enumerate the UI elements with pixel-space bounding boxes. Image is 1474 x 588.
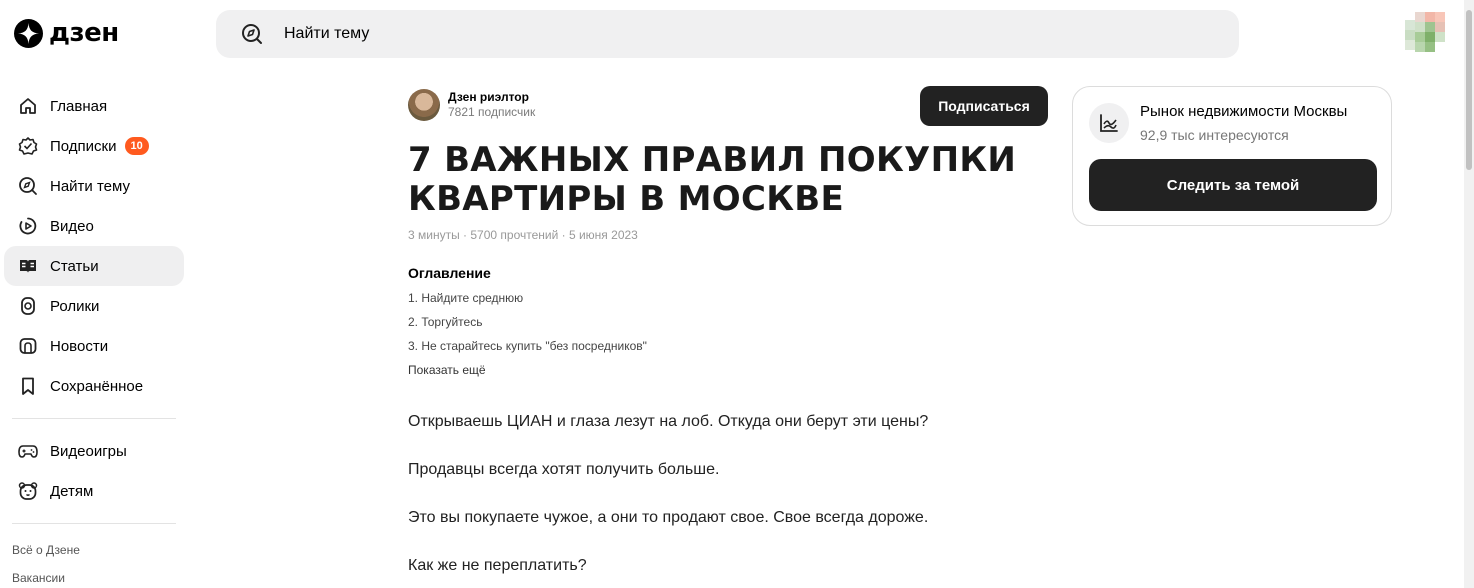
sidebar-item-kids[interactable]: Детям: [4, 471, 184, 511]
footer-link-vacancies[interactable]: Вакансии: [4, 564, 184, 588]
sidebar-item-home[interactable]: Главная: [4, 86, 184, 126]
sidebar-item-saved[interactable]: Сохранённое: [4, 366, 184, 406]
sidebar-item-video[interactable]: Видео: [4, 206, 184, 246]
dzen-star-icon: [14, 19, 43, 48]
sidebar-divider: [12, 418, 176, 419]
toc-heading: Оглавление: [408, 265, 491, 281]
topic-followers-count: 92,9 тыс интересуются: [1140, 127, 1289, 143]
sidebar-item-label: Подписки: [50, 137, 117, 155]
article-paragraph: Это вы покупаете чужое, а они то продают…: [408, 509, 929, 526]
scrollbar-thumb[interactable]: [1466, 10, 1472, 170]
compass-icon: [240, 22, 264, 46]
user-avatar[interactable]: [1405, 12, 1445, 52]
article-paragraph: Продавцы всегда хотят получить больше.: [408, 461, 720, 478]
article-title: 7 ВАЖНЫХ ПРАВИЛ ПОКУПКИ КВАРТИРЫ В МОСКВ…: [408, 140, 1017, 219]
author-block[interactable]: Дзен риэлтор 7821 подписчик: [408, 89, 535, 121]
sidebar-item-videogames[interactable]: Видеоигры: [4, 431, 184, 471]
bookmark-icon: [18, 376, 38, 396]
articles-icon: [18, 256, 38, 276]
sidebar-item-label: Статьи: [50, 257, 99, 275]
home-icon: [18, 96, 38, 116]
sidebar-item-articles[interactable]: Статьи: [4, 246, 184, 286]
sidebar-item-label: Ролики: [50, 297, 100, 315]
article-paragraph: Открываешь ЦИАН и глаза лезут на лоб. От…: [408, 413, 929, 430]
sidebar-item-label: Видео: [50, 217, 94, 235]
follow-topic-button[interactable]: Следить за темой: [1089, 159, 1377, 211]
compass-icon: [18, 176, 38, 196]
author-subscribers: 7821 подписчик: [448, 105, 536, 119]
topic-name[interactable]: Рынок недвижимости Москвы: [1140, 103, 1347, 120]
toc-show-more[interactable]: Показать ещё: [408, 363, 486, 377]
subscriptions-badge: 10: [124, 137, 149, 155]
sidebar-item-label: Новости: [50, 337, 109, 355]
sidebar-item-label: Главная: [50, 97, 108, 115]
author-avatar[interactable]: [408, 89, 440, 121]
article-paragraph: Как же не переплатить?: [408, 557, 587, 574]
search-bar[interactable]: [216, 10, 1239, 58]
toc-item[interactable]: 2. Торгуйтесь: [408, 314, 647, 338]
sidebar-divider: [12, 523, 176, 524]
sidebar-item-subscriptions[interactable]: Подписки 10: [4, 126, 184, 166]
sidebar-item-label: Детям: [50, 482, 94, 500]
news-icon: [18, 336, 38, 356]
sidebar-item-label: Видеоигры: [50, 442, 127, 460]
article-meta: 3 минуты · 5700 прочтений · 5 июня 2023: [408, 228, 638, 242]
toc-item[interactable]: 3. Не старайтесь купить "без посредников…: [408, 338, 647, 362]
subscriptions-icon: [18, 136, 38, 156]
sidebar-item-news[interactable]: Новости: [4, 326, 184, 366]
kids-icon: [18, 481, 38, 501]
sidebar-item-label: Сохранённое: [50, 377, 144, 395]
logo-text: дзен: [49, 18, 119, 48]
sidebar-item-find-topic[interactable]: Найти тему: [4, 166, 184, 206]
scrollbar[interactable]: [1464, 0, 1474, 588]
gamepad-icon: [18, 441, 38, 461]
footer-link-about[interactable]: Всё о Дзене: [4, 536, 184, 564]
sidebar: Главная Подписки 10 Найти тему Видео Ста…: [4, 86, 184, 588]
toc-item[interactable]: 1. Найдите среднюю: [408, 290, 647, 314]
subscribe-button[interactable]: Подписаться: [920, 86, 1048, 126]
video-icon: [18, 216, 38, 236]
search-input[interactable]: [284, 25, 884, 43]
topic-card: Рынок недвижимости Москвы 92,9 тыс интер…: [1072, 86, 1392, 226]
author-name[interactable]: Дзен риэлтор: [448, 90, 535, 105]
chart-line-icon: [1089, 103, 1129, 143]
sidebar-item-shorts[interactable]: Ролики: [4, 286, 184, 326]
table-of-contents: 1. Найдите среднюю 2. Торгуйтесь 3. Не с…: [408, 290, 647, 362]
sidebar-item-label: Найти тему: [50, 177, 130, 195]
shorts-icon: [18, 296, 38, 316]
dzen-logo[interactable]: дзен: [14, 19, 119, 48]
